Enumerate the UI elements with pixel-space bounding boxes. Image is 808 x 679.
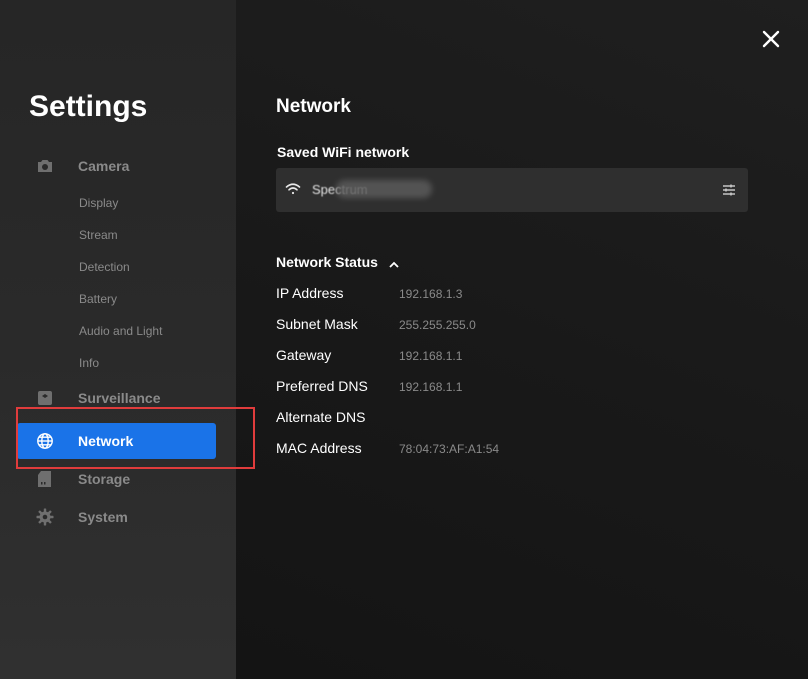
sidebar-item-camera[interactable]: Camera: [0, 151, 236, 181]
status-row-subnet: Subnet Mask 255.255.255.0: [276, 316, 716, 336]
sidebar-item-surveillance[interactable]: Surveillance: [0, 383, 236, 413]
camera-icon: [36, 157, 54, 175]
status-row-gateway: Gateway 192.168.1.1: [276, 347, 716, 367]
sd-card-icon: [36, 470, 54, 488]
status-row-ip: IP Address 192.168.1.3: [276, 285, 716, 305]
status-value: 255.255.255.0: [399, 318, 476, 332]
sidebar-subitem-info[interactable]: Info: [79, 356, 99, 370]
status-value: 78:04:73:AF:A1:54: [399, 442, 500, 456]
sidebar-item-label: Storage: [78, 471, 131, 487]
settings-window: Settings Camera Display Stream Detection…: [0, 0, 808, 679]
saved-wifi-row[interactable]: Spectrum: [276, 168, 748, 212]
gear-icon: [36, 508, 54, 526]
sidebar-item-network[interactable]: Network: [17, 423, 216, 459]
sidebar-item-label: Camera: [78, 158, 130, 174]
sidebar-item-label: Surveillance: [78, 390, 161, 406]
network-status-toggle[interactable]: Network Status: [276, 254, 400, 270]
status-row-mac: MAC Address 78:04:73:AF:A1:54: [276, 440, 716, 460]
sidebar: Settings Camera Display Stream Detection…: [0, 0, 236, 679]
status-row-preferred-dns: Preferred DNS 192.168.1.1: [276, 378, 716, 398]
chevron-up-icon: [388, 257, 400, 268]
status-key: Alternate DNS: [276, 409, 366, 425]
globe-icon: [36, 432, 54, 450]
sidebar-subitem-display[interactable]: Display: [79, 196, 118, 210]
surveillance-icon: [36, 389, 54, 407]
sidebar-item-label: System: [78, 509, 128, 525]
sliders-icon[interactable]: [722, 183, 736, 197]
ssid-redaction: [336, 180, 432, 198]
status-key: IP Address: [276, 285, 344, 301]
close-icon[interactable]: [760, 28, 782, 50]
sidebar-item-storage[interactable]: Storage: [0, 464, 236, 494]
status-key: Gateway: [276, 347, 332, 363]
sidebar-item-system[interactable]: System: [0, 502, 236, 532]
network-status-heading: Network Status: [276, 254, 378, 270]
wifi-icon: [285, 182, 301, 196]
sidebar-subitem-battery[interactable]: Battery: [79, 292, 117, 306]
status-value: 192.168.1.1: [399, 380, 463, 394]
status-key: Subnet Mask: [276, 316, 358, 332]
main-panel: Network Saved WiFi network Spectrum: [236, 0, 808, 679]
sidebar-subitem-detection[interactable]: Detection: [79, 260, 130, 274]
saved-wifi-heading: Saved WiFi network: [277, 144, 410, 160]
sidebar-subitem-audio-light[interactable]: Audio and Light: [79, 324, 162, 338]
status-key: Preferred DNS: [276, 378, 368, 394]
app-title: Settings: [29, 90, 148, 123]
status-value: 192.168.1.3: [399, 287, 463, 301]
status-value: 192.168.1.1: [399, 349, 463, 363]
status-row-alternate-dns: Alternate DNS: [276, 409, 716, 429]
page-title: Network: [276, 96, 351, 117]
sidebar-item-label: Network: [78, 433, 134, 449]
status-key: MAC Address: [276, 440, 362, 456]
sidebar-subitem-stream[interactable]: Stream: [79, 228, 118, 242]
